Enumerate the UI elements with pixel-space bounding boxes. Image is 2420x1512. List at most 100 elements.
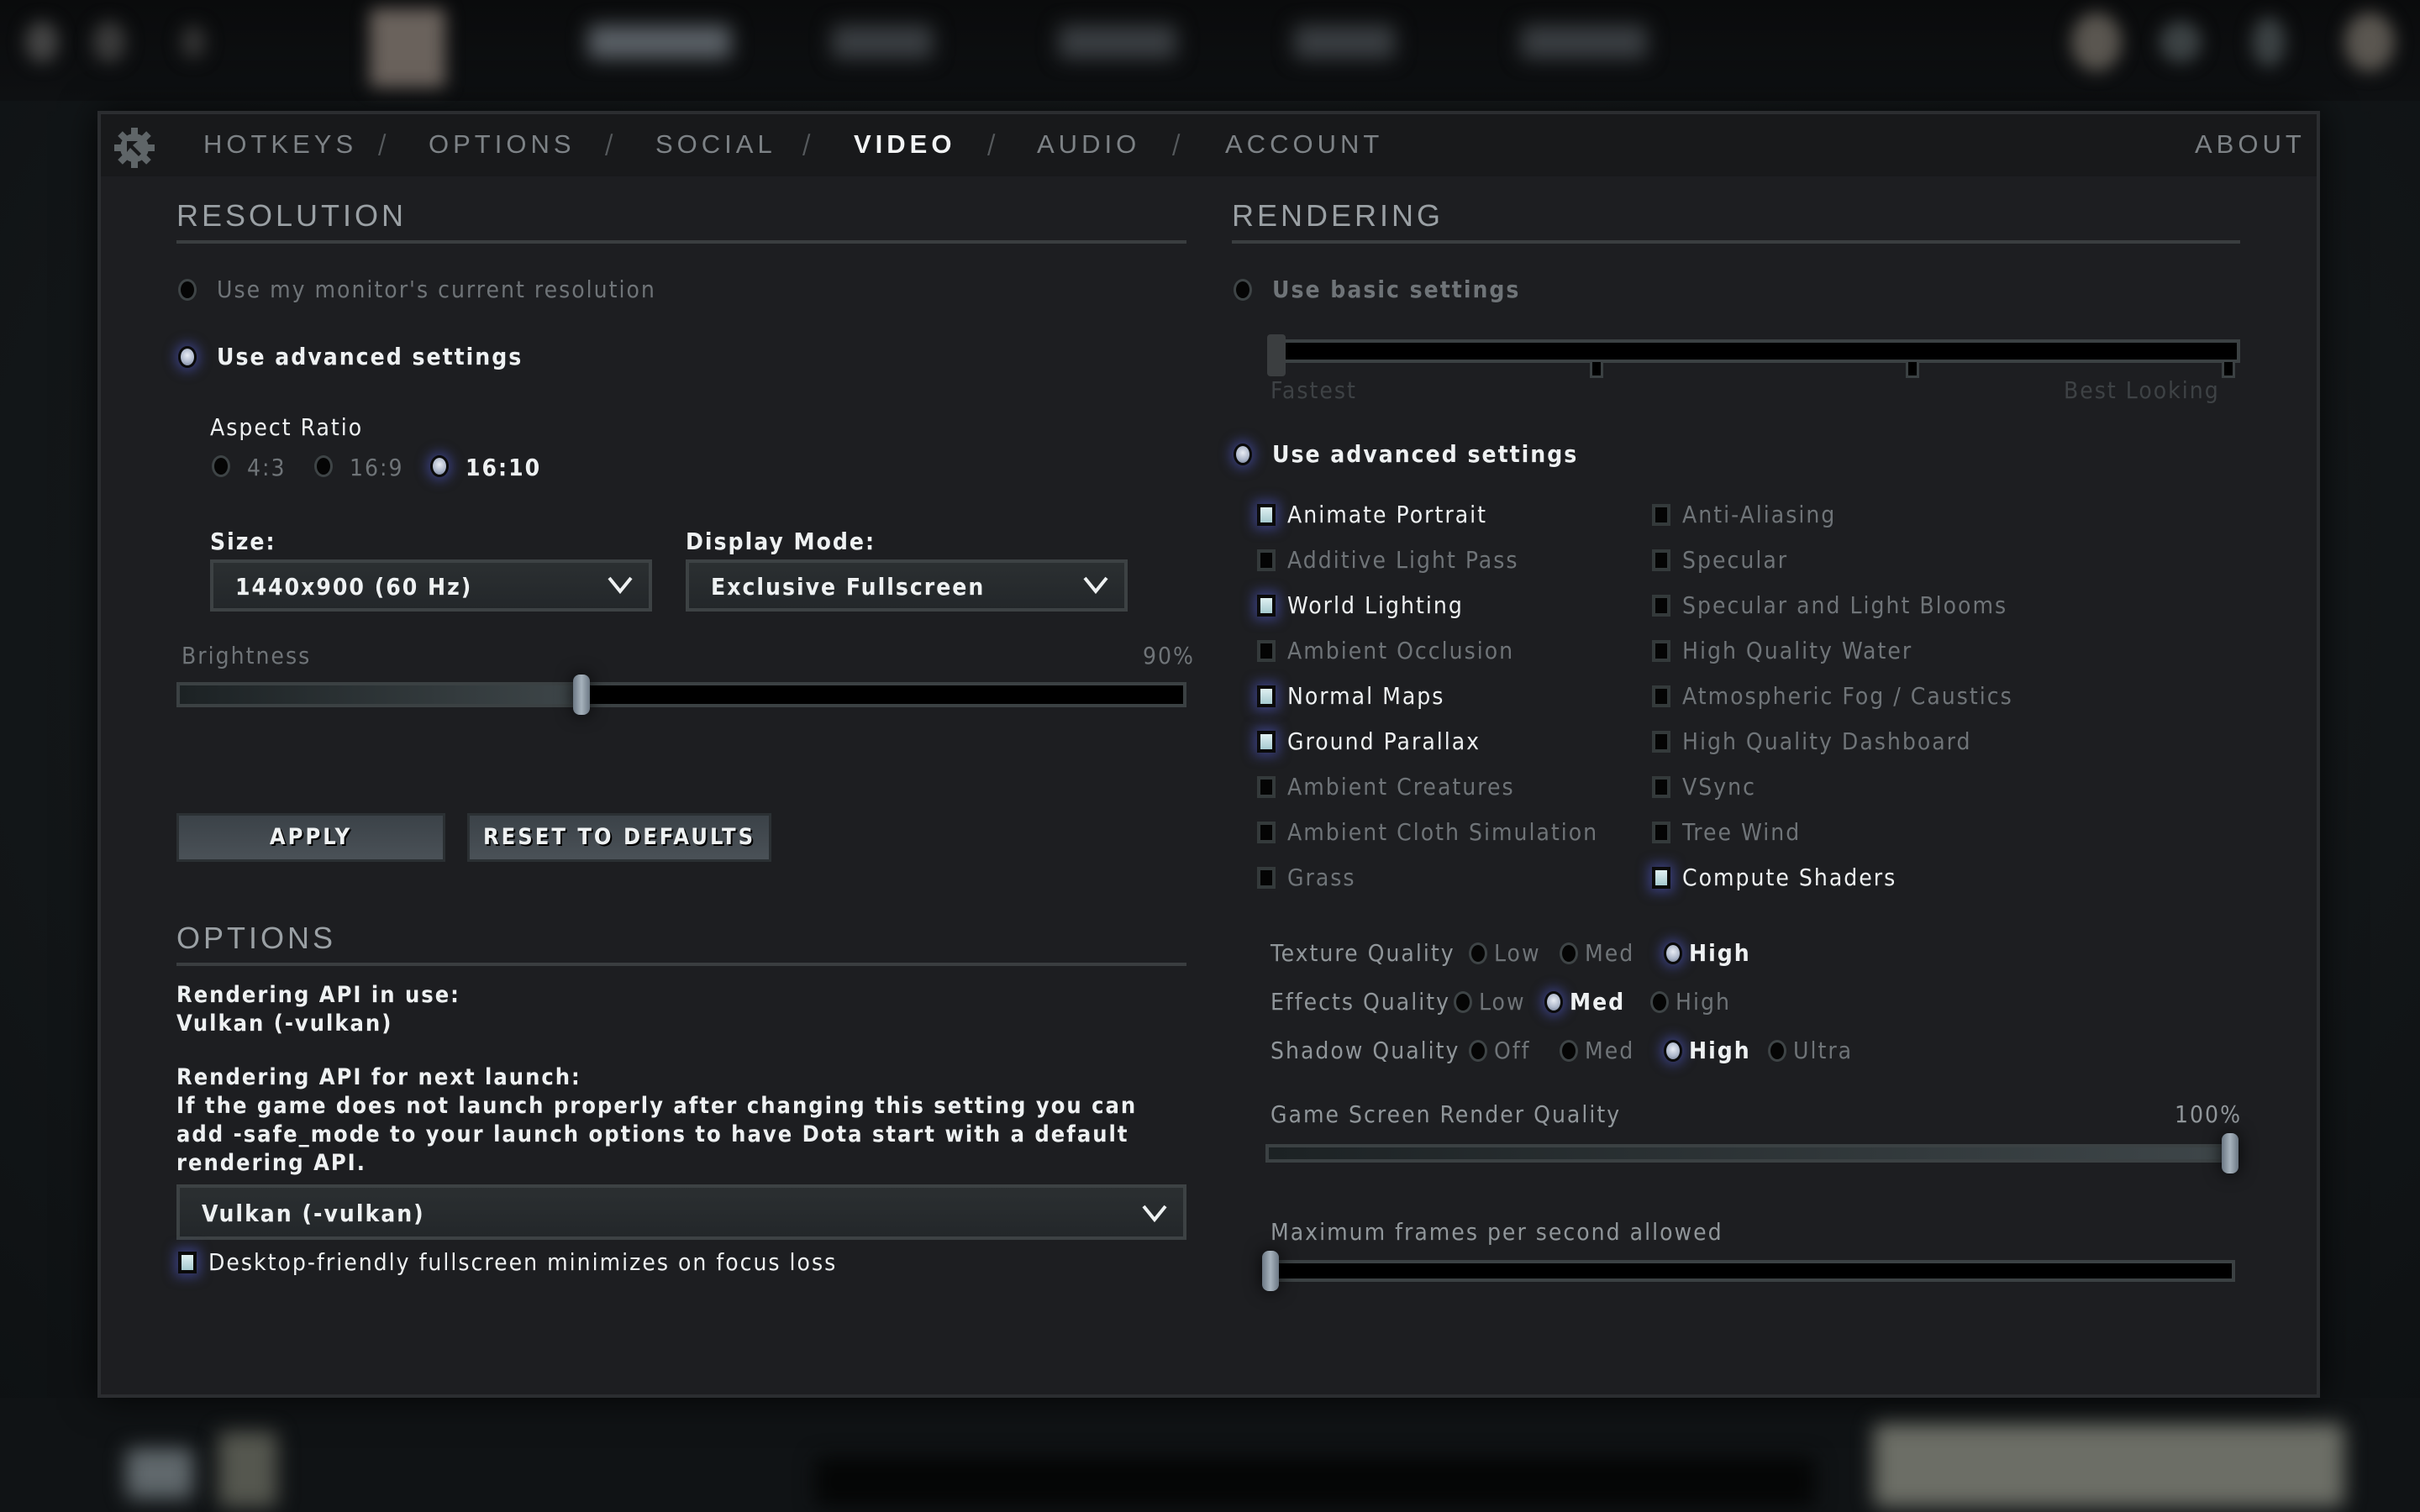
quality-option-radio[interactable] — [1664, 1040, 1682, 1062]
rendering-option-checkbox[interactable] — [1257, 595, 1276, 617]
rendering-option-label[interactable]: Normal Maps — [1287, 682, 1444, 710]
quality-option-label[interactable]: Ultra — [1793, 1037, 1853, 1064]
tab-social[interactable]: SOCIAL — [655, 129, 776, 160]
quality-option-radio[interactable] — [1664, 942, 1682, 964]
monitor-resolution-radio[interactable] — [178, 279, 197, 301]
rendering-option-checkbox[interactable] — [1652, 685, 1670, 707]
options-title: OPTIONS — [176, 921, 337, 955]
basic-fastest-label: Fastest — [1270, 376, 1357, 404]
rendering-option-checkbox[interactable] — [1652, 504, 1670, 526]
aspect-16-10-radio[interactable] — [430, 455, 449, 477]
rendering-option-checkbox[interactable] — [1257, 549, 1276, 571]
rendering-option-checkbox[interactable] — [1257, 685, 1276, 707]
rendering-option-label[interactable]: Anti-Aliasing — [1682, 501, 1836, 528]
display-mode-dropdown[interactable]: Exclusive Fullscreen — [686, 559, 1128, 612]
rendering-option-label[interactable]: Ambient Creatures — [1287, 773, 1515, 801]
quality-option-label[interactable]: Med — [1570, 988, 1625, 1016]
render-quality-slider[interactable] — [1265, 1133, 2238, 1173]
rendering-option-checkbox[interactable] — [1257, 640, 1276, 662]
brightness-slider-thumb[interactable] — [572, 675, 590, 715]
aspect-4-3-label[interactable]: 4:3 — [247, 454, 287, 481]
max-fps-slider-thumb[interactable] — [1262, 1251, 1279, 1291]
rendering-option-checkbox[interactable] — [1652, 640, 1670, 662]
quality-option-radio[interactable] — [1469, 1040, 1487, 1062]
rendering-option-checkbox[interactable] — [1652, 776, 1670, 798]
rendering-option-label[interactable]: Additive Light Pass — [1287, 546, 1518, 574]
reset-to-defaults-button[interactable]: RESET TO DEFAULTS — [467, 813, 771, 862]
rendering-option-checkbox[interactable] — [1652, 731, 1670, 753]
desktop-friendly-label[interactable]: Desktop-friendly fullscreen minimizes on… — [208, 1248, 837, 1276]
advanced-resolution-radio[interactable] — [178, 346, 197, 368]
rendering-option-label[interactable]: Tree Wind — [1682, 818, 1801, 846]
rendering-option-label[interactable]: Specular — [1682, 546, 1788, 574]
rendering-option-checkbox[interactable] — [1652, 867, 1670, 889]
render-quality-slider-thumb[interactable] — [2222, 1133, 2238, 1173]
quality-option-radio[interactable] — [1544, 991, 1563, 1013]
desktop-friendly-checkbox[interactable] — [178, 1252, 197, 1273]
quality-option-radio[interactable] — [1768, 1040, 1786, 1062]
tab-account[interactable]: ACCOUNT — [1225, 129, 1383, 160]
tab-options[interactable]: OPTIONS — [429, 129, 576, 160]
aspect-16-9-radio[interactable] — [314, 455, 333, 477]
aspect-16-10-label[interactable]: 16:10 — [466, 454, 541, 481]
advanced-rendering-label[interactable]: Use advanced settings — [1272, 440, 1578, 468]
rendering-option-checkbox[interactable] — [1257, 867, 1276, 889]
basic-quality-slider[interactable] — [1267, 334, 2240, 378]
quality-option-label[interactable]: High — [1689, 1037, 1751, 1064]
aspect-4-3-radio[interactable] — [212, 455, 230, 477]
quality-option-label[interactable]: High — [1689, 939, 1751, 967]
tab-about[interactable]: ABOUT — [2195, 129, 2306, 160]
rendering-option-label[interactable]: Ground Parallax — [1287, 727, 1481, 755]
rendering-option-label[interactable]: High Quality Dashboard — [1682, 727, 1972, 755]
basic-quality-slider-thumb[interactable] — [1267, 334, 1286, 376]
basic-settings-label[interactable]: Use basic settings — [1272, 276, 1520, 303]
quality-option-radio[interactable] — [1560, 942, 1578, 964]
rendering-option-checkbox[interactable] — [1652, 549, 1670, 571]
background-tab-heroes — [588, 25, 731, 59]
nav-separator: / — [605, 129, 613, 160]
rendering-option-label[interactable]: Atmospheric Fog / Caustics — [1682, 682, 2013, 710]
advanced-rendering-radio[interactable] — [1234, 444, 1252, 465]
quality-option-label[interactable]: Med — [1585, 1037, 1634, 1064]
quality-option-radio[interactable] — [1560, 1040, 1578, 1062]
quality-option-label[interactable]: Low — [1479, 988, 1526, 1016]
rendering-option-checkbox[interactable] — [1257, 731, 1276, 753]
apply-button[interactable]: APPLY — [176, 813, 445, 862]
quality-option-label[interactable]: Low — [1494, 939, 1541, 967]
rendering-option-label[interactable]: VSync — [1682, 773, 1756, 801]
tab-audio[interactable]: AUDIO — [1037, 129, 1140, 160]
monitor-resolution-label[interactable]: Use my monitor's current resolution — [217, 276, 656, 303]
quality-option-radio[interactable] — [1469, 942, 1487, 964]
max-fps-slider[interactable] — [1262, 1251, 2235, 1291]
rendering-option-label[interactable]: High Quality Water — [1682, 637, 1912, 664]
rendering-option-checkbox[interactable] — [1257, 822, 1276, 843]
brightness-slider[interactable] — [176, 675, 1186, 715]
basic-settings-radio[interactable] — [1234, 279, 1252, 301]
rendering-option-checkbox[interactable] — [1652, 595, 1670, 617]
advanced-resolution-label[interactable]: Use advanced settings — [217, 343, 523, 370]
rendering-api-dropdown[interactable]: Vulkan (-vulkan) — [176, 1184, 1186, 1240]
quality-option-label[interactable]: Med — [1585, 939, 1634, 967]
quality-option-radio[interactable] — [1650, 991, 1669, 1013]
rendering-option-label[interactable]: Ambient Cloth Simulation — [1287, 818, 1598, 846]
background-chat-input — [815, 1457, 1815, 1507]
slider-tick — [1906, 360, 1919, 378]
tab-video[interactable]: VIDEO — [854, 129, 955, 160]
brightness-slider-fill — [180, 685, 581, 704]
size-dropdown[interactable]: 1440x900 (60 Hz) — [210, 559, 652, 612]
quality-option-label[interactable]: High — [1676, 988, 1731, 1016]
rendering-option-checkbox[interactable] — [1652, 822, 1670, 843]
rendering-option-label[interactable]: Animate Portrait — [1287, 501, 1487, 528]
rendering-option-label[interactable]: Specular and Light Blooms — [1682, 591, 2007, 619]
rendering-option-label[interactable]: Grass — [1287, 864, 1356, 891]
rendering-option-label[interactable]: Ambient Occlusion — [1287, 637, 1514, 664]
rendering-option-checkbox[interactable] — [1257, 776, 1276, 798]
background-icon — [2071, 13, 2122, 71]
quality-option-radio[interactable] — [1454, 991, 1472, 1013]
quality-option-label[interactable]: Off — [1494, 1037, 1531, 1064]
rendering-option-checkbox[interactable] — [1257, 504, 1276, 526]
rendering-option-label[interactable]: World Lighting — [1287, 591, 1464, 619]
tab-hotkeys[interactable]: HOTKEYS — [203, 129, 357, 160]
aspect-16-9-label[interactable]: 16:9 — [350, 454, 404, 481]
rendering-option-label[interactable]: Compute Shaders — [1682, 864, 1897, 891]
